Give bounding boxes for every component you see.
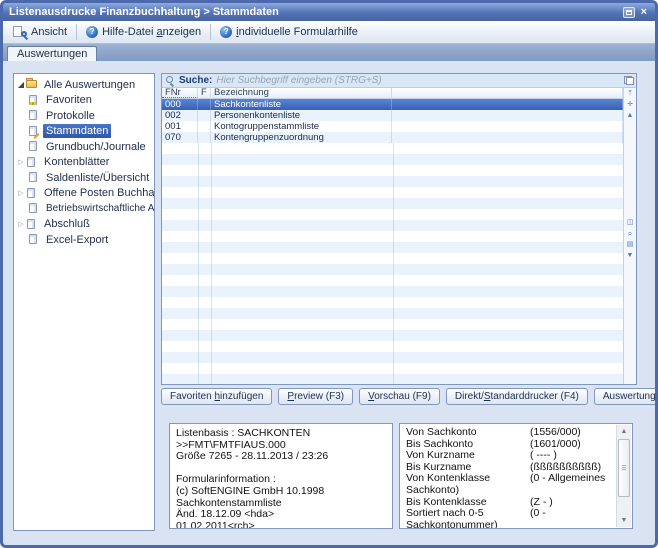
- window-title: Listenausdrucke Finanzbuchhaltung > Stam…: [9, 6, 623, 18]
- empty-rows-area: [162, 143, 623, 384]
- param-entry: Von Sachkonto(1556/000): [406, 427, 616, 439]
- table-row-selected[interactable]: 000 Sachkontenliste: [162, 99, 623, 110]
- form-help-button-label: individuelle Formularhilfe: [236, 26, 358, 38]
- scrollbar-thumb[interactable]: [618, 439, 630, 497]
- search-icon: [166, 76, 175, 85]
- tree-item-abschluss[interactable]: ▷ Abschluß: [14, 217, 154, 233]
- document-icon: [28, 110, 39, 121]
- info-line: 01.02.2011<rch>: [176, 521, 386, 529]
- column-header-fnr[interactable]: FNr: [162, 88, 198, 98]
- help-file-button-label: Hilfe-Datei anzeigen: [102, 26, 201, 38]
- tree-item-offene-posten[interactable]: ▷ Offene Posten Buchhaltung: [14, 186, 154, 202]
- column-header-empty: [392, 88, 623, 98]
- document-icon: [26, 219, 37, 230]
- preview-f3-button[interactable]: Preview (F3): [278, 388, 353, 405]
- collapsed-arrow-icon[interactable]: ▷: [16, 158, 26, 166]
- search-input[interactable]: [216, 75, 620, 87]
- toolbar: Ansicht ? Hilfe-Datei anzeigen ? individ…: [3, 21, 655, 44]
- table-row[interactable]: 001 Kontogruppenstammliste: [162, 121, 623, 132]
- grid-header: FNr F Bezeichnung: [162, 88, 623, 99]
- tree-item-excel-export[interactable]: Excel-Export: [14, 232, 154, 248]
- tree-item-stammdaten[interactable]: Stammdaten: [14, 124, 154, 140]
- tree-item-betriebswirtschaftliche[interactable]: Betriebswirtschaftliche Auswertungen: [14, 201, 154, 217]
- help-file-button[interactable]: ? Hilfe-Datei anzeigen: [80, 24, 207, 40]
- table-row[interactable]: 002 Personenkontenliste: [162, 110, 623, 121]
- document-icon: [28, 141, 39, 152]
- info-line: (c) SoftENGINE GmbH 10.1998: [176, 486, 386, 498]
- form-help-button[interactable]: ? individuelle Formularhilfe: [214, 24, 364, 40]
- scroll-up-icon[interactable]: ▲: [617, 425, 631, 438]
- document-icon: [28, 172, 39, 183]
- selected-tree-label: Stammdaten: [43, 124, 111, 138]
- parameters-panel: Von Sachkonto(1556/000) Bis Sachkonto(16…: [399, 423, 633, 529]
- close-icon[interactable]: ×: [639, 7, 649, 18]
- document-icon: [28, 203, 39, 214]
- column-header-f[interactable]: F: [198, 88, 211, 98]
- list-icon[interactable]: ▤: [627, 239, 634, 250]
- param-entry: Sortiert nach 0-5(0 - Sachkontonummer): [406, 508, 616, 529]
- tree-item-favoriten[interactable]: Favoriten: [14, 93, 154, 109]
- tree-item-grundbuch-journale[interactable]: Grundbuch/Journale: [14, 139, 154, 155]
- collapsed-arrow-icon[interactable]: ▷: [16, 220, 26, 228]
- view-button[interactable]: Ansicht: [7, 24, 73, 41]
- title-bar: Listenausdrucke Finanzbuchhaltung > Stam…: [3, 3, 655, 21]
- help-icon: ?: [220, 26, 232, 38]
- column-separator: [393, 143, 394, 384]
- column-separator: [198, 143, 199, 384]
- tab-strip: Auswertungen: [3, 44, 655, 61]
- expanded-arrow-icon[interactable]: ◢: [16, 80, 26, 89]
- tree-item-saldenliste[interactable]: Saldenliste/Übersicht: [14, 170, 154, 186]
- add-favorites-button[interactable]: Favoriten hinzufügen: [161, 388, 272, 405]
- column-separator: [211, 143, 212, 384]
- info-line: Änd. 18.12.09 <hda>: [176, 509, 386, 521]
- restore-icon[interactable]: [623, 7, 635, 18]
- search-bar: Suche:: [162, 74, 636, 88]
- scroll-up-icon[interactable]: ▲: [627, 110, 634, 121]
- view-button-label: Ansicht: [31, 26, 67, 38]
- zoom-icon[interactable]: ⌕: [628, 228, 632, 239]
- collapsed-arrow-icon[interactable]: ▷: [16, 189, 26, 197]
- list-info-panel: Listenbasis : SACHKONTEN >>FMT\FMTFIAUS.…: [169, 423, 393, 529]
- info-line: Größe 7265 - 28.11.2013 / 23:26: [176, 451, 386, 463]
- app-window: Listenausdrucke Finanzbuchhaltung > Stam…: [0, 0, 658, 548]
- tree-item-alle-auswertungen[interactable]: ◢ Alle Auswertungen: [14, 77, 154, 93]
- tree-item-protokolle[interactable]: Protokolle: [14, 108, 154, 124]
- table-row[interactable]: 070 Kontengruppenzuordnung: [162, 132, 623, 143]
- details-icon[interactable]: ◫: [627, 217, 634, 228]
- favorites-icon: [28, 95, 39, 106]
- tree-item-kontenblaetter[interactable]: ▷ Kontenblätter: [14, 155, 154, 171]
- view-icon: [13, 26, 27, 39]
- content-area: ◢ Alle Auswertungen Favoriten Protokolle…: [3, 61, 655, 545]
- report-list-grid: Suche: ⤒ ✛ ▲ ◫ ⌕ ▤ ▼ FNr: [161, 73, 637, 385]
- info-line: Listenbasis : SACHKONTEN: [176, 428, 386, 440]
- edit-document-icon: [28, 126, 39, 137]
- document-icon: [26, 157, 37, 168]
- toolbar-separator: [76, 24, 77, 40]
- action-button-row: Favoriten hinzufügen Preview (F3) Vorsch…: [161, 388, 658, 405]
- search-label: Suche:: [179, 75, 212, 86]
- filter-icon[interactable]: ▼: [627, 250, 634, 261]
- column-header-bezeichnung[interactable]: Bezeichnung: [211, 88, 392, 98]
- scrollbar[interactable]: ▲ ▼: [616, 425, 631, 527]
- column-chooser-icon[interactable]: [624, 76, 634, 85]
- direct-printer-button[interactable]: Direkt/Standarddrucker (F4): [446, 388, 588, 405]
- print-report-button[interactable]: Auswertung drucken: [594, 388, 658, 405]
- tab-auswertungen[interactable]: Auswertungen: [7, 46, 97, 61]
- toolbar-separator: [210, 24, 211, 40]
- document-icon: [28, 234, 39, 245]
- folder-icon: [26, 79, 37, 90]
- document-icon: [26, 188, 37, 199]
- expand-icon[interactable]: ✛: [627, 99, 633, 110]
- evaluation-tree: ◢ Alle Auswertungen Favoriten Protokolle…: [13, 73, 155, 531]
- scroll-top-icon[interactable]: ⤒: [628, 88, 631, 99]
- param-entry: Von Kontenklasse(0 - Allgemeines Sachkon…: [406, 473, 616, 496]
- vorschau-f9-button[interactable]: Vorschau (F9): [359, 388, 440, 405]
- help-icon: ?: [86, 26, 98, 38]
- scroll-down-icon[interactable]: ▼: [617, 514, 631, 527]
- grid-side-toolbar: ⤒ ✛ ▲ ◫ ⌕ ▤ ▼: [623, 88, 636, 384]
